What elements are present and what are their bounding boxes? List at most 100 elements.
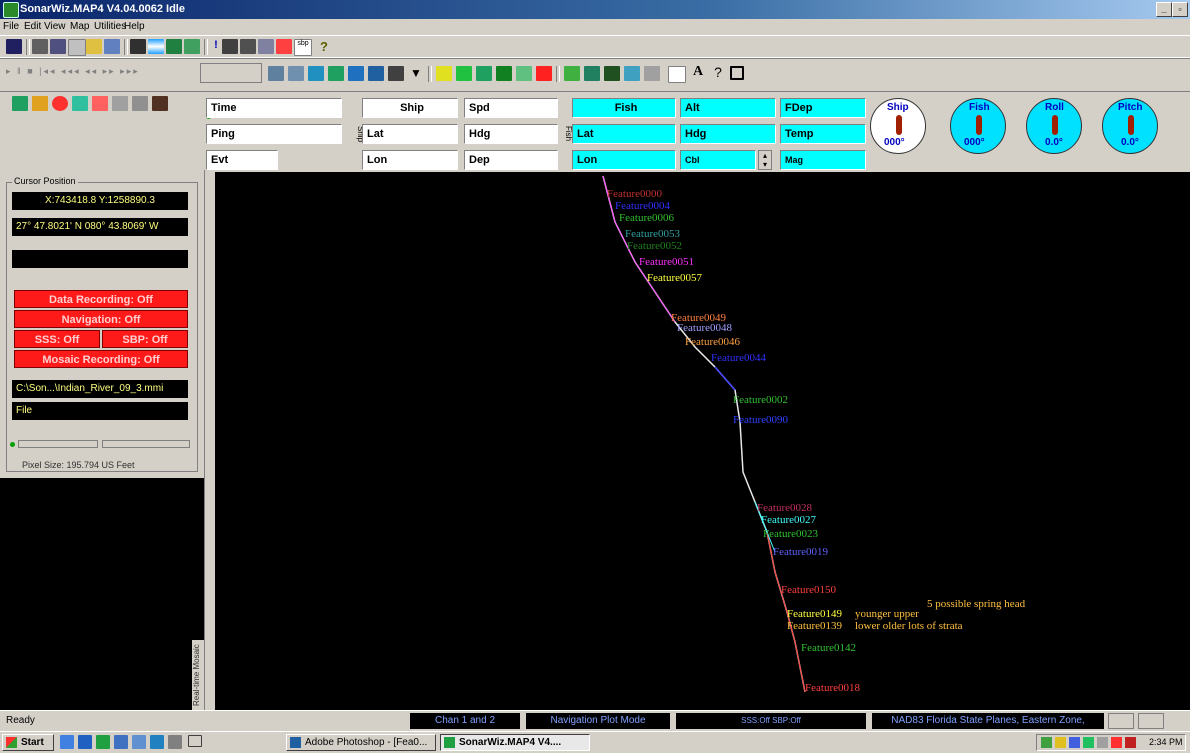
save-icon[interactable] [6,39,22,54]
settings-icon[interactable] [184,39,200,54]
quicklaunch-icon[interactable] [114,735,128,749]
speed-field[interactable] [200,63,262,83]
rectangle-icon[interactable] [730,66,744,80]
binoculars-icon[interactable] [32,39,48,54]
menu-map[interactable]: Map [70,21,89,32]
tool-icon[interactable] [624,66,640,81]
tray-icon[interactable] [1125,737,1136,748]
print-icon[interactable] [222,39,238,54]
zoom-out-icon[interactable] [368,66,384,81]
new-icon[interactable] [68,39,86,56]
fish-hdg-field: Hdg [680,124,776,144]
navigation-button[interactable]: Navigation: Off [14,310,188,328]
tool-icon[interactable] [456,66,472,81]
map-view[interactable]: Feature0000 Feature0004 Feature0006 Feat… [215,172,1190,710]
menu-file[interactable]: File [3,21,19,32]
menu-help[interactable]: Help [124,21,145,32]
tray-icon[interactable] [1055,737,1066,748]
stop-icon[interactable] [536,66,552,81]
tray-icon[interactable] [1111,737,1122,748]
playback-controls[interactable]: ▸ ‖ ■ |◂◂ ◂◂◂ ◂◂ ▸▸ ▸▸▸ [6,66,140,77]
quicklaunch-icon[interactable] [132,735,146,749]
sonarwiz-icon [444,737,455,748]
feature-label: Feature0051 [639,256,694,268]
tool-icon[interactable] [584,66,600,81]
taskbar-photoshop[interactable]: Adobe Photoshop - [Fea0... [286,734,436,751]
mosaic-recording-button[interactable]: Mosaic Recording: Off [14,350,188,368]
tool-icon[interactable] [564,66,580,81]
help-icon[interactable]: ? [316,39,332,54]
document-icon[interactable] [668,66,686,83]
feature-label: Feature0028 [757,502,812,514]
status-bar: Ready Chan 1 and 2 Navigation Plot Mode … [0,710,1190,731]
feature-label: Feature0046 [685,336,740,348]
dep-field: Dep [464,150,558,170]
tool-icon[interactable] [436,66,452,81]
fish-field: Fish [572,98,676,118]
quicklaunch-icon[interactable] [96,735,110,749]
tool-icon[interactable] [268,66,284,81]
query-icon[interactable]: ? [710,64,726,80]
progress-track[interactable] [102,440,190,448]
pan-icon[interactable] [258,39,274,54]
nav-icon[interactable]: sbp [294,39,312,56]
desktop-icon[interactable] [188,735,202,747]
feature-label: Feature0052 [627,240,682,252]
tool-icon[interactable] [496,66,512,81]
quicklaunch-icon[interactable] [60,735,74,749]
tray-icon[interactable] [1069,737,1080,748]
menu-utilities[interactable]: Utilities [94,21,126,32]
spd-field: Spd [464,98,558,118]
record-icon[interactable] [52,96,68,111]
tool-icon[interactable] [308,66,324,81]
print-preview-icon[interactable] [240,39,256,54]
quicklaunch-icon[interactable] [150,735,164,749]
photoshop-icon [290,737,301,748]
zoom-in-icon[interactable] [348,66,364,81]
tool-icon[interactable] [644,66,660,81]
quicklaunch-icon[interactable] [78,735,92,749]
menu-view[interactable]: View [44,21,66,32]
menu-edit[interactable]: Edit [24,21,41,32]
tray-icon[interactable] [1041,737,1052,748]
tool-icon[interactable] [32,96,48,111]
fit-icon[interactable] [388,66,404,81]
tool-icon[interactable] [604,66,620,81]
tool-icon[interactable] [476,66,492,81]
arrow-down-icon[interactable]: ▼ [408,66,424,81]
window-title: SonarWiz.MAP4 V4.04.0062 Idle [20,3,185,15]
open-folder-icon[interactable] [86,39,102,54]
data-recording-button[interactable]: Data Recording: Off [14,290,188,308]
chart-icon[interactable] [130,39,146,54]
progress-track[interactable] [18,440,98,448]
tool-icon[interactable] [132,96,148,111]
mag-field: Mag [780,150,866,170]
copy-icon[interactable] [104,39,120,54]
feature-label: Feature0019 [773,546,828,558]
tool-icon[interactable] [288,66,304,81]
tool-icon[interactable] [152,96,168,111]
cbl-spinner[interactable]: ▴ ▾ [758,150,772,170]
tool-icon[interactable] [516,66,532,81]
start-button[interactable]: Start [2,734,54,751]
magnet-icon[interactable] [276,39,292,54]
tool-icon[interactable] [72,96,88,111]
text-tool-icon[interactable]: A [690,64,706,79]
maximize-button[interactable]: ▫ [1172,2,1188,17]
taskbar-sonarwiz[interactable]: SonarWiz.MAP4 V4.... [440,734,590,751]
binoculars2-icon[interactable] [50,39,66,54]
zoom-icon[interactable] [328,66,344,81]
tray-icon[interactable] [1097,737,1108,748]
tool-icon[interactable] [92,96,108,111]
grid-icon[interactable] [166,39,182,54]
pixel-size: Pixel Size: 195.794 US Feet [22,460,135,470]
windows-logo-icon [6,737,17,748]
sbp-button[interactable]: SBP: Off [102,330,188,348]
minimize-button[interactable]: _ [1156,2,1172,17]
quicklaunch-icon[interactable] [168,735,182,749]
tray-icon[interactable] [1083,737,1094,748]
layers-icon[interactable] [148,39,164,54]
tool-icon[interactable] [12,96,28,111]
sss-button[interactable]: SSS: Off [14,330,100,348]
tool-icon[interactable] [112,96,128,111]
